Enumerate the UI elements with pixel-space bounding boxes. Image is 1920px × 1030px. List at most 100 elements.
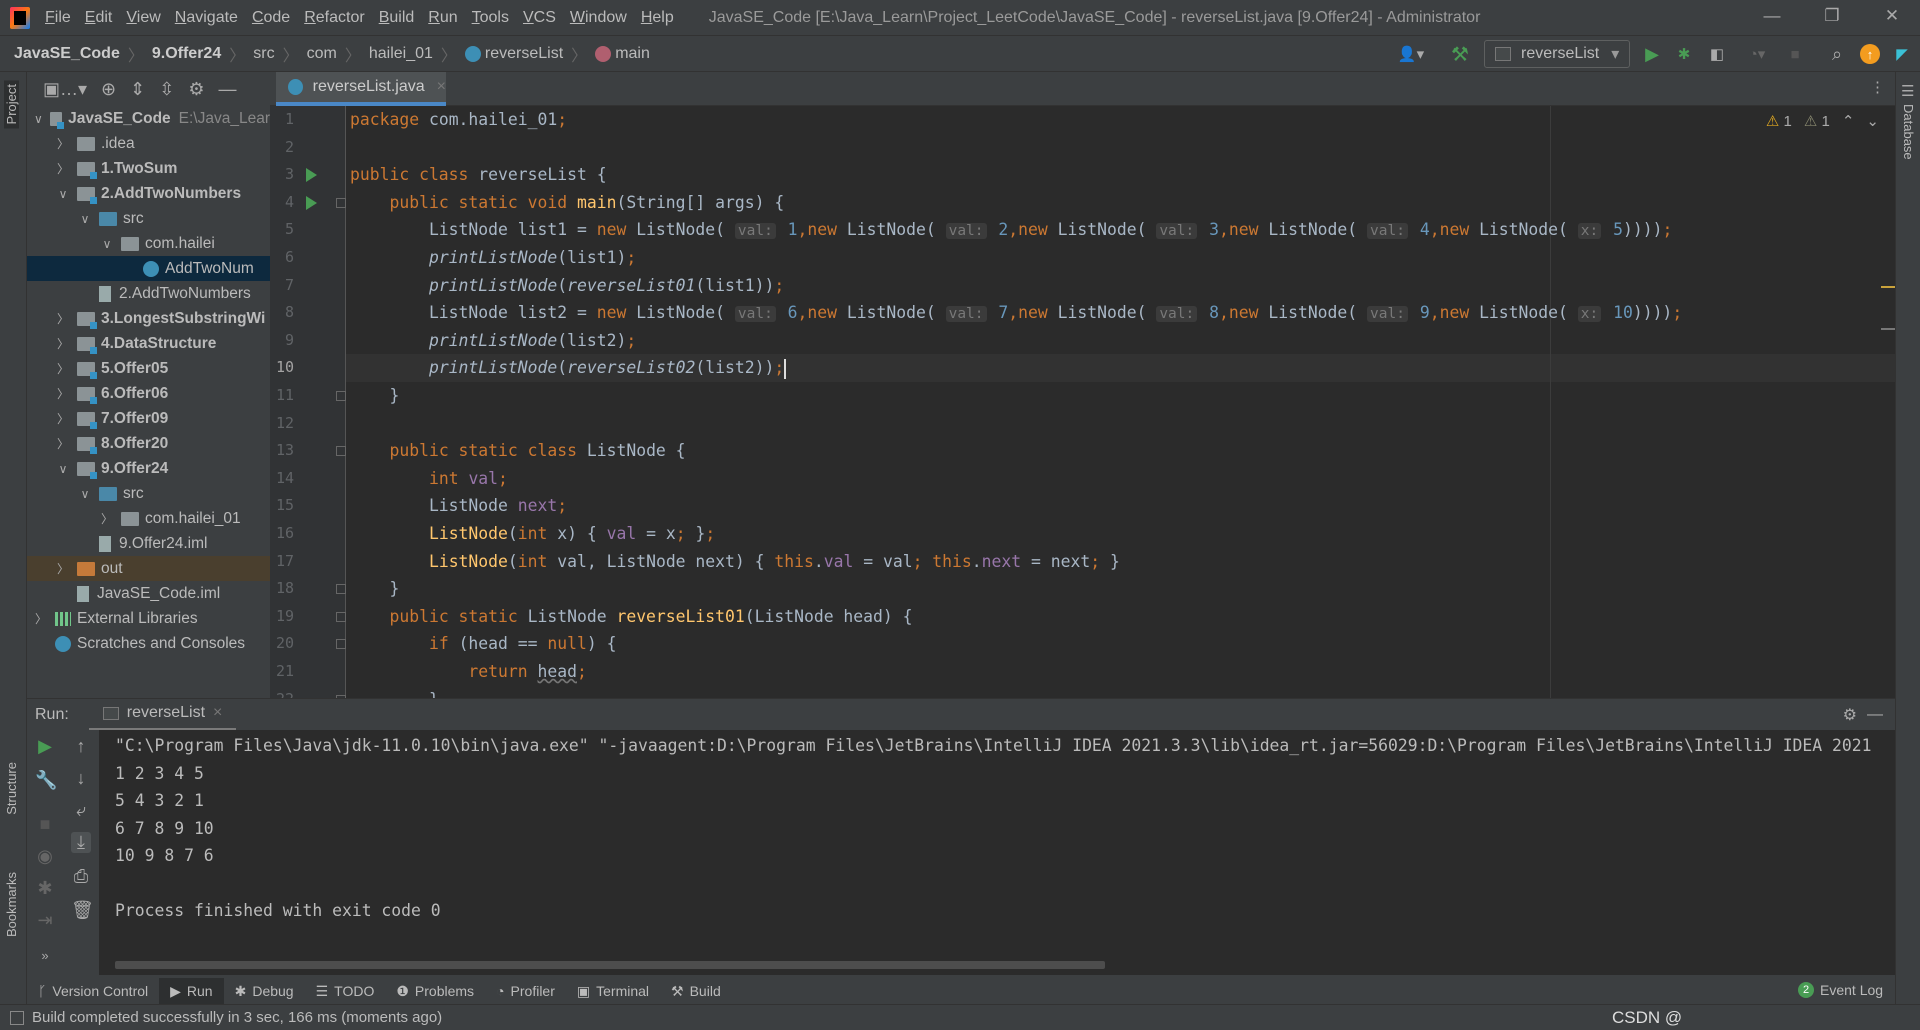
code-line[interactable]: ListNode(int val, ListNode next) { this.… [350,548,1120,576]
menu-help[interactable]: Help [634,9,681,27]
tree-item[interactable]: 2.AddTwoNumbers [27,281,270,306]
run-icon[interactable]: ▶ [1642,42,1662,66]
tree-item[interactable]: ∨ 2.AddTwoNumbers [27,181,270,206]
code-editor[interactable]: 12345678910111213141516171819202122 ⚠ 1 … [270,106,1895,698]
chevron-right-icon[interactable]: 〉 [55,435,71,452]
trash-icon[interactable]: 🗑 [71,900,94,921]
gear-icon[interactable]: ⚙ [188,79,204,100]
tree-item[interactable]: ∨ com.hailei [27,231,270,256]
event-log-button[interactable]: 2 Event Log [1798,982,1883,998]
chevron-right-icon[interactable]: 〉 [33,610,49,627]
code-line[interactable]: } [350,686,439,698]
fold-icon[interactable] [336,584,346,595]
tree-item[interactable]: 9.Offer24.iml [27,531,270,556]
stop-icon[interactable]: ■ [35,814,55,835]
code-line[interactable]: ListNode next; [350,492,567,520]
debug-bug-icon[interactable]: ✱ [1674,42,1694,66]
breadcrumb-src[interactable]: src [253,45,274,63]
menu-navigate[interactable]: Navigate [168,9,245,27]
build-hammer-icon[interactable]: ⚒ [1448,42,1472,66]
structure-tool-button[interactable]: Structure [4,762,19,815]
run-gutter-icon[interactable] [306,195,317,210]
tree-item[interactable]: 〉 3.LongestSubstringWi [27,306,270,331]
menu-edit[interactable]: Edit [78,9,120,27]
view-selector-icon[interactable]: ▣…▾ [43,79,87,100]
status-toggle-icon[interactable] [10,1010,24,1025]
tree-item[interactable]: 〉 out [27,556,270,581]
tree-item[interactable]: 〉 8.Offer20 [27,431,270,456]
more-icon[interactable]: ⋮ [1870,78,1885,96]
breadcrumb-package[interactable]: hailei_01 [369,45,433,63]
soft-wrap-icon[interactable]: ⤶ [71,800,91,821]
menu-refactor[interactable]: Refactor [297,9,371,27]
menu-tools[interactable]: Tools [465,9,516,27]
camera-icon[interactable]: ◉ [35,846,55,867]
tree-item[interactable]: ∨ JavaSE_Code E:\Java_Lear [27,106,270,131]
exit-icon[interactable]: ⇥ [35,910,55,931]
hide-icon[interactable]: — [218,79,236,100]
profiler-icon[interactable]: ◔▾ [1740,42,1774,66]
console-horizontal-scrollbar[interactable] [115,961,1105,969]
code-line[interactable]: return head; [350,658,586,686]
tree-item[interactable]: Scratches and Consoles [27,631,270,656]
expand-all-icon[interactable]: ⇕ [130,79,145,100]
chevron-right-icon[interactable]: 〉 [55,385,71,402]
chevron-right-icon[interactable]: 〉 [55,410,71,427]
chevron-right-icon[interactable]: 〉 [55,135,71,152]
code-line[interactable]: printListNode(list2); [350,327,636,355]
coverage-icon[interactable]: ◧ [1706,42,1728,66]
restore-button[interactable]: ❐ [1812,6,1852,30]
bookmarks-tool-button[interactable]: Bookmarks [4,872,19,937]
code-line[interactable]: printListNode(reverseList01(list1)); [350,272,784,300]
database-tool-button[interactable]: Database [1901,104,1916,160]
debug-icon[interactable]: ✱ [35,878,55,899]
search-icon[interactable]: ⌕ [1826,42,1848,66]
tool-terminal[interactable]: ▣ Terminal [566,978,660,1004]
close-button[interactable]: ✕ [1872,6,1912,30]
minimize-button[interactable]: — [1752,6,1792,30]
code-with-me-icon[interactable]: ◤ [1892,42,1912,66]
tool-problems[interactable]: ❶ Problems [385,978,485,1004]
console-output[interactable]: "C:\Program Files\Java\jdk-11.0.10\bin\j… [99,730,1895,975]
chevron-right-icon[interactable]: 〉 [55,160,71,177]
code-line[interactable]: public static void main(String[] args) { [350,189,784,217]
tree-item[interactable]: 〉 4.DataStructure [27,331,270,356]
up-arrow-icon[interactable]: ↑ [71,736,91,757]
breadcrumb-module[interactable]: 9.Offer24 [152,45,221,63]
rerun-icon[interactable]: ▶ [35,736,55,757]
chevron-right-icon[interactable]: 〉 [55,310,71,327]
code-line[interactable]: public static ListNode reverseList01(Lis… [350,603,912,631]
fold-icon[interactable] [336,611,346,622]
fold-icon[interactable] [336,197,346,208]
run-tab[interactable]: reverseList × [88,699,237,731]
menu-build[interactable]: Build [372,9,422,27]
menu-run[interactable]: Run [421,9,464,27]
menu-window[interactable]: Window [563,9,634,27]
hide-run-panel-icon[interactable]: — [1867,706,1883,724]
scroll-to-end-icon[interactable]: ⤓ [71,832,91,853]
warning-stripe[interactable] [1881,286,1895,288]
tree-item[interactable]: 〉 1.TwoSum [27,156,270,181]
fold-icon[interactable] [336,391,346,401]
fold-icon[interactable] [336,446,346,457]
tool-todo[interactable]: ☰ TODO [305,978,386,1004]
code-line[interactable]: if (head == null) { [350,630,617,658]
code-line[interactable]: ListNode list1 = new ListNode( val: 1,ne… [350,216,1672,244]
more-chevron-icon[interactable]: » [35,948,55,963]
menu-file[interactable]: File [38,9,78,27]
chevron-down-icon[interactable]: ∨ [33,112,44,126]
tool-profiler[interactable]: ◔ Profiler [485,978,566,1004]
next-highlight-icon[interactable]: ⌄ [1866,112,1879,130]
code-line[interactable]: package com.hailei_01; [350,106,567,134]
code-line[interactable]: ListNode list2 = new ListNode( val: 6,ne… [350,299,1682,327]
chevron-down-icon[interactable]: ∨ [55,462,71,476]
stop-icon[interactable]: ■ [1786,42,1804,66]
down-arrow-icon[interactable]: ↓ [71,768,91,789]
tool-debug[interactable]: ✱ Debug [224,978,305,1004]
tree-item[interactable]: ∨ src [27,481,270,506]
chevron-down-icon[interactable]: ∨ [77,487,93,501]
previous-highlight-icon[interactable]: ⌃ [1842,112,1855,130]
tree-item[interactable]: 〉 com.hailei_01 [27,506,270,531]
code-line[interactable]: public static class ListNode { [350,437,685,465]
close-run-tab-icon[interactable]: × [213,704,222,722]
